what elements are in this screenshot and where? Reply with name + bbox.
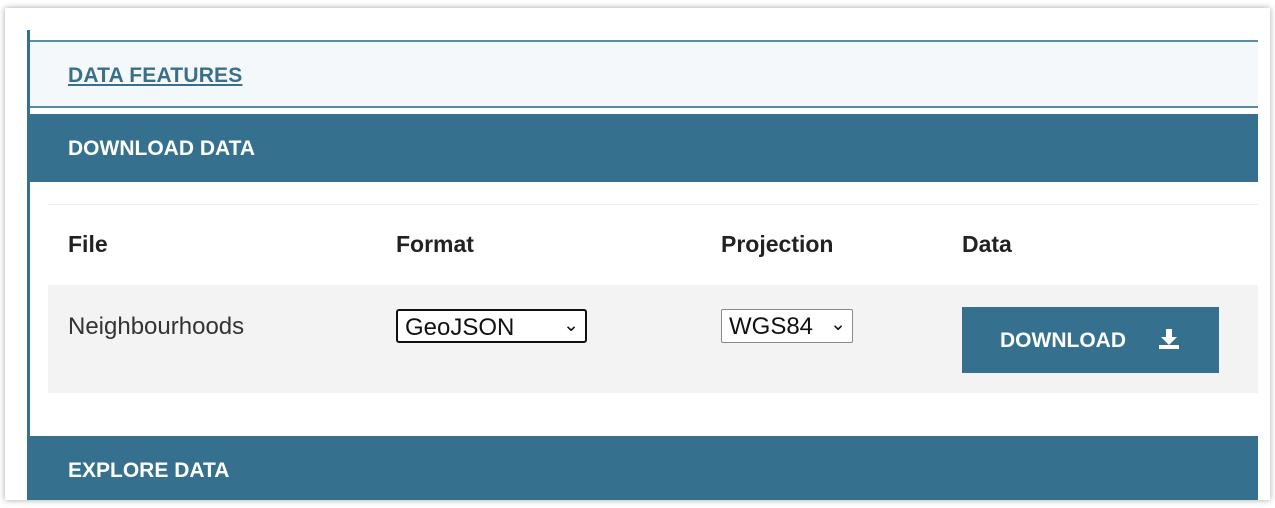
format-select[interactable]: GeoJSON ⌄ [396, 309, 587, 343]
projection-select[interactable]: WGS84 ⌄ [721, 309, 853, 343]
header-format: Format [396, 231, 474, 257]
data-panel-container: DATA FEATURES DOWNLOAD DATA File Format … [27, 30, 1258, 500]
header-data: Data [962, 231, 1012, 257]
format-value: GeoJSON [405, 314, 515, 341]
download-table: File Format Projection Data Neighbourhoo… [48, 204, 1258, 393]
explore-data-title: EXPLORE DATA [68, 459, 230, 482]
download-button[interactable]: DOWNLOAD [962, 307, 1219, 373]
page-frame: DATA FEATURES DOWNLOAD DATA File Format … [5, 8, 1270, 500]
data-features-section: DATA FEATURES [30, 40, 1258, 108]
table-row: Neighbourhoods GeoJSON ⌄ WGS84 ⌄ DOWNLOA… [48, 285, 1258, 393]
download-icon [1158, 328, 1180, 356]
download-data-header[interactable]: DOWNLOAD DATA [30, 114, 1258, 182]
chevron-down-icon: ⌄ [830, 314, 846, 335]
header-file: File [68, 231, 108, 257]
explore-data-header[interactable]: EXPLORE DATA [30, 436, 1258, 500]
data-features-link[interactable]: DATA FEATURES [68, 64, 242, 88]
table-header-row: File Format Projection Data [48, 205, 1258, 285]
download-button-label: DOWNLOAD [1000, 329, 1126, 352]
projection-value: WGS84 [729, 313, 814, 340]
chevron-down-icon: ⌄ [563, 315, 579, 336]
download-data-title: DOWNLOAD DATA [68, 137, 256, 160]
file-name: Neighbourhoods [68, 313, 245, 340]
header-projection: Projection [721, 231, 834, 257]
